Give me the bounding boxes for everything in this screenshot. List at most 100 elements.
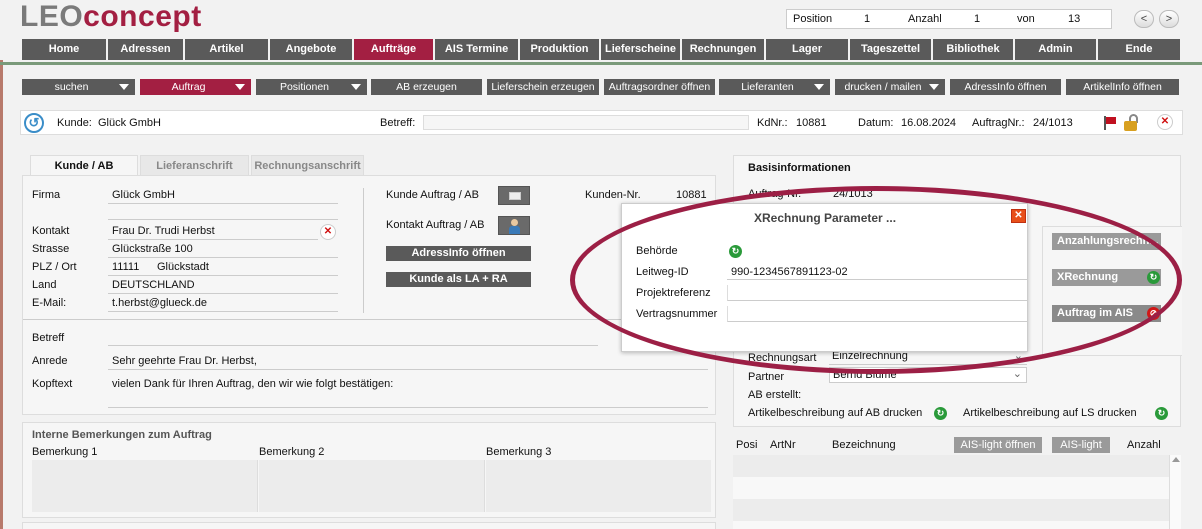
person-icon[interactable]	[498, 216, 530, 235]
suchen-dropdown[interactable]: suchen	[22, 79, 135, 95]
nav-artikel[interactable]: Artikel	[185, 39, 268, 60]
of-value: 13	[1068, 13, 1081, 25]
next-record-button[interactable]: >	[1159, 10, 1179, 28]
partner-select[interactable]: Bernd Blume ⌄	[829, 367, 1027, 383]
bemerkung-3-input[interactable]	[486, 460, 711, 512]
nav-adressen[interactable]: Adressen	[108, 39, 183, 60]
anrede-value[interactable]: Sehr geehrte Frau Dr. Herbst,	[112, 355, 257, 367]
kopftext-value[interactable]: vielen Dank für Ihren Auftrag, den wir w…	[112, 378, 393, 390]
xrechnung-button[interactable]: XRechnung	[1052, 269, 1161, 286]
leitweg-underline	[727, 279, 1027, 280]
refresh-icon: ↻	[1147, 271, 1160, 284]
projektreferenz-label: Projektreferenz	[636, 287, 711, 299]
bemerkung-3-label: Bemerkung 3	[486, 446, 552, 458]
disabled-icon: ⊘	[1147, 307, 1160, 320]
adressinfo-open-button[interactable]: AdressInfo öffnen	[386, 246, 531, 261]
kontakt-value[interactable]: Frau Dr. Trudi Herbst	[112, 225, 215, 237]
nav-rechnungen[interactable]: Rechnungen	[682, 39, 764, 60]
table-row[interactable]	[733, 499, 1169, 521]
nav-home[interactable]: Home	[22, 39, 106, 60]
vertical-divider	[363, 188, 364, 313]
anrede-label: Anrede	[32, 355, 68, 367]
nav-bibliothek[interactable]: Bibliothek	[933, 39, 1013, 60]
table-row[interactable]	[733, 521, 1169, 529]
leitweg-id-value[interactable]: 990-1234567891123-02	[731, 266, 848, 278]
betreff-text-label: Betreff	[32, 332, 65, 344]
prev-record-button[interactable]: <	[1134, 10, 1154, 28]
tab-kunde-ab[interactable]: Kunde / AB	[30, 155, 138, 176]
bemerkung-1-input[interactable]	[32, 460, 258, 512]
ab-erzeugen-button[interactable]: AB erzeugen	[371, 79, 482, 95]
nav-lieferscheine[interactable]: Lieferscheine	[601, 39, 680, 60]
toggle-on-icon[interactable]: ↻	[934, 407, 947, 420]
email-label: E-Mail:	[32, 297, 67, 309]
tab-rechnungsanschrift[interactable]: Rechnungsanschrift	[251, 155, 364, 176]
plz-value[interactable]: 11111	[112, 261, 139, 273]
nav-lager[interactable]: Lager	[766, 39, 848, 60]
email-underline	[108, 311, 338, 312]
toggle-on-icon[interactable]: ↻	[729, 245, 742, 258]
toggle-on-icon[interactable]: ↻	[1155, 407, 1168, 420]
chevron-down-icon	[351, 84, 361, 90]
betreff-underline	[108, 345, 598, 346]
lock-open-icon[interactable]	[1124, 114, 1140, 131]
kunde-auftrag-label: Kunde Auftrag / AB	[386, 189, 479, 201]
bemerkung-2-input[interactable]	[259, 460, 485, 512]
firma-value[interactable]: Glück GmbH	[112, 189, 175, 201]
nav-auftraege[interactable]: Aufträge	[354, 39, 433, 60]
rechnungsart-label: Rechnungsart	[748, 352, 817, 364]
ais-light-open-button[interactable]: AIS-light öffnen	[954, 437, 1042, 453]
vertragsnummer-input[interactable]	[727, 306, 1027, 322]
close-icon[interactable]: ✕	[1011, 209, 1026, 223]
nav-angebote[interactable]: Angebote	[270, 39, 352, 60]
lieferanten-dropdown[interactable]: Lieferanten	[719, 79, 830, 95]
land-value[interactable]: DEUTSCHLAND	[112, 279, 195, 291]
app-logo: LEOconcept	[20, 0, 202, 33]
betreff-input[interactable]	[423, 115, 749, 130]
strasse-label: Strasse	[32, 243, 70, 255]
table-row[interactable]	[733, 477, 1169, 499]
auftragsordner-button[interactable]: Auftragsordner öffnen	[604, 79, 715, 95]
nav-admin[interactable]: Admin	[1015, 39, 1096, 60]
kunde-value: Glück GmbH	[98, 117, 161, 129]
anrede-underline	[108, 369, 708, 370]
dialog-title: XRechnung Parameter ...	[754, 211, 897, 225]
anzahlungsrechnung-button[interactable]: Anzahlungsrechn...	[1052, 233, 1161, 250]
envelope-icon[interactable]	[498, 186, 530, 205]
chevron-down-icon	[235, 84, 245, 90]
adressinfo-button[interactable]: AdressInfo öffnen	[950, 79, 1061, 95]
auftrag-dropdown[interactable]: Auftrag	[140, 79, 251, 95]
artikelinfo-button[interactable]: ArtikelInfo öffnen	[1066, 79, 1179, 95]
kontakt-label: Kontakt	[32, 225, 70, 237]
nav-produktion[interactable]: Produktion	[520, 39, 599, 60]
ais-light-button[interactable]: AIS-light	[1052, 437, 1110, 453]
auftragnr-value: 24/1013	[1033, 117, 1073, 129]
remove-contact-icon[interactable]: ✕	[320, 224, 336, 240]
kopftext-label: Kopftext	[32, 378, 73, 390]
strasse-value[interactable]: Glückstraße 100	[112, 243, 193, 255]
flag-icon[interactable]	[1103, 116, 1116, 130]
ort-value[interactable]: Glückstadt	[157, 261, 209, 273]
kopftext-underline	[108, 407, 708, 408]
count-label: Anzahl	[908, 13, 942, 25]
nav-ais-termine[interactable]: AIS Termine	[435, 39, 518, 60]
lieferschein-erzeugen-button[interactable]: Lieferschein erzeugen	[487, 79, 599, 95]
tab-lieferanschrift[interactable]: Lieferanschrift	[140, 155, 249, 176]
record-position-bar: Position 1 Anzahl 1 von 13	[786, 9, 1112, 29]
nav-ende[interactable]: Ende	[1098, 39, 1180, 60]
kdnr-label: KdNr.:	[757, 117, 788, 129]
firma2-underline	[108, 219, 338, 220]
drucken-dropdown[interactable]: drucken / mailen	[835, 79, 945, 95]
table-row[interactable]	[733, 455, 1169, 477]
nav-tageszettel[interactable]: Tageszettel	[850, 39, 931, 60]
positionen-dropdown[interactable]: Positionen	[256, 79, 367, 95]
email-value[interactable]: t.herbst@glueck.de	[112, 297, 207, 309]
close-icon[interactable]: ✕	[1157, 114, 1173, 130]
auftrag-im-ais-button[interactable]: Auftrag im AIS	[1052, 305, 1161, 322]
auftrag-nr-value: 24/1013	[833, 188, 873, 200]
scrollbar[interactable]	[1169, 455, 1181, 529]
kunde-label: Kunde:	[57, 117, 92, 129]
projektreferenz-input[interactable]	[727, 285, 1027, 301]
kunde-la-ra-button[interactable]: Kunde als LA + RA	[386, 272, 531, 287]
back-arrow-icon[interactable]: ↺	[24, 113, 44, 133]
